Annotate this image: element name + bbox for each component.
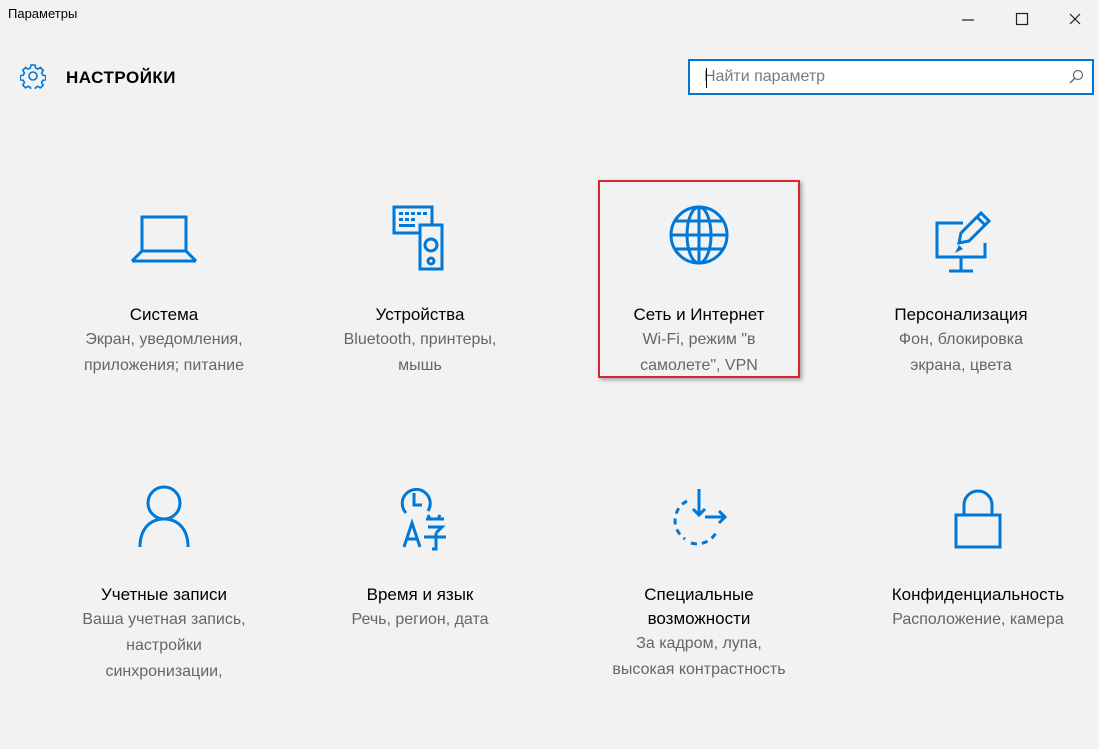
tile-desc-line: Фон, блокировка [898, 331, 1024, 348]
tile-desc-line: За кадром, лупа, [636, 635, 762, 652]
search-icon[interactable] [1068, 69, 1084, 85]
tile-name-line: Специальные [644, 585, 754, 604]
search-input[interactable] [704, 61, 1054, 93]
tile-desc-line: мышь [398, 357, 442, 374]
tile-devices[interactable]: Устройства Bluetooth, принтеры, мышь [315, 205, 525, 379]
minimize-button[interactable] [948, 4, 988, 34]
close-icon [1069, 13, 1081, 25]
settings-header: НАСТРОЙКИ [0, 52, 1099, 102]
window-title: Параметры [8, 6, 78, 21]
person-icon [138, 485, 190, 548]
tile-name: Учетные записи [100, 585, 228, 604]
tile-time-language[interactable]: Время и язык Речь, регион, дата [315, 485, 525, 633]
tile-name: Время и язык [366, 585, 474, 604]
tile-desc-line: приложения; питание [84, 357, 244, 374]
tile-accounts[interactable]: Учетные записи Ваша учетная запись, наст… [59, 485, 269, 685]
tile-desc-line: Речь, регион, дата [351, 611, 489, 628]
ease-of-access-icon [673, 489, 728, 546]
tile-personalization[interactable]: Персонализация Фон, блокировка экрана, ц… [856, 205, 1066, 379]
search-box[interactable] [688, 59, 1094, 95]
tile-name: Устройства [375, 305, 465, 324]
personalization-icon [935, 210, 992, 273]
lock-icon [954, 489, 1002, 549]
tile-name: Система [129, 305, 199, 324]
tile-desc-line: Экран, уведомления, [85, 331, 243, 348]
maximize-button[interactable] [1002, 4, 1042, 34]
tile-name-line: возможности [647, 609, 751, 628]
tile-desc-line: синхронизации, [105, 663, 223, 680]
tile-desc-line: настройки [126, 637, 202, 654]
close-button[interactable] [1055, 4, 1095, 34]
laptop-icon [130, 215, 198, 263]
title-bar: Параметры [0, 0, 1099, 36]
tile-desc-line: высокая контрастность [612, 661, 786, 678]
page-title: НАСТРОЙКИ [66, 68, 177, 87]
tile-name: Конфиденциальность [891, 585, 1065, 604]
text-caret [706, 68, 707, 88]
tile-desc-line: Расположение, камера [892, 611, 1064, 628]
minimize-icon [962, 19, 974, 21]
gear-icon [20, 64, 46, 89]
tile-desc-line: Bluetooth, принтеры, [343, 331, 497, 348]
devices-icon [392, 205, 444, 271]
time-language-icon [400, 487, 446, 551]
tile-desc-line: экрана, цвета [910, 357, 1012, 374]
selection-highlight-frame [598, 180, 800, 378]
maximize-icon [1015, 12, 1029, 26]
tile-desc-line: Ваша учетная запись, [82, 611, 246, 628]
tile-system[interactable]: Система Экран, уведомления, приложения; … [59, 205, 269, 379]
tile-name: Персонализация [894, 305, 1028, 324]
tile-privacy[interactable]: Конфиденциальность Расположение, камера [873, 485, 1083, 633]
tile-ease-of-access[interactable]: Специальные возможности За кадром, лупа,… [594, 485, 804, 683]
